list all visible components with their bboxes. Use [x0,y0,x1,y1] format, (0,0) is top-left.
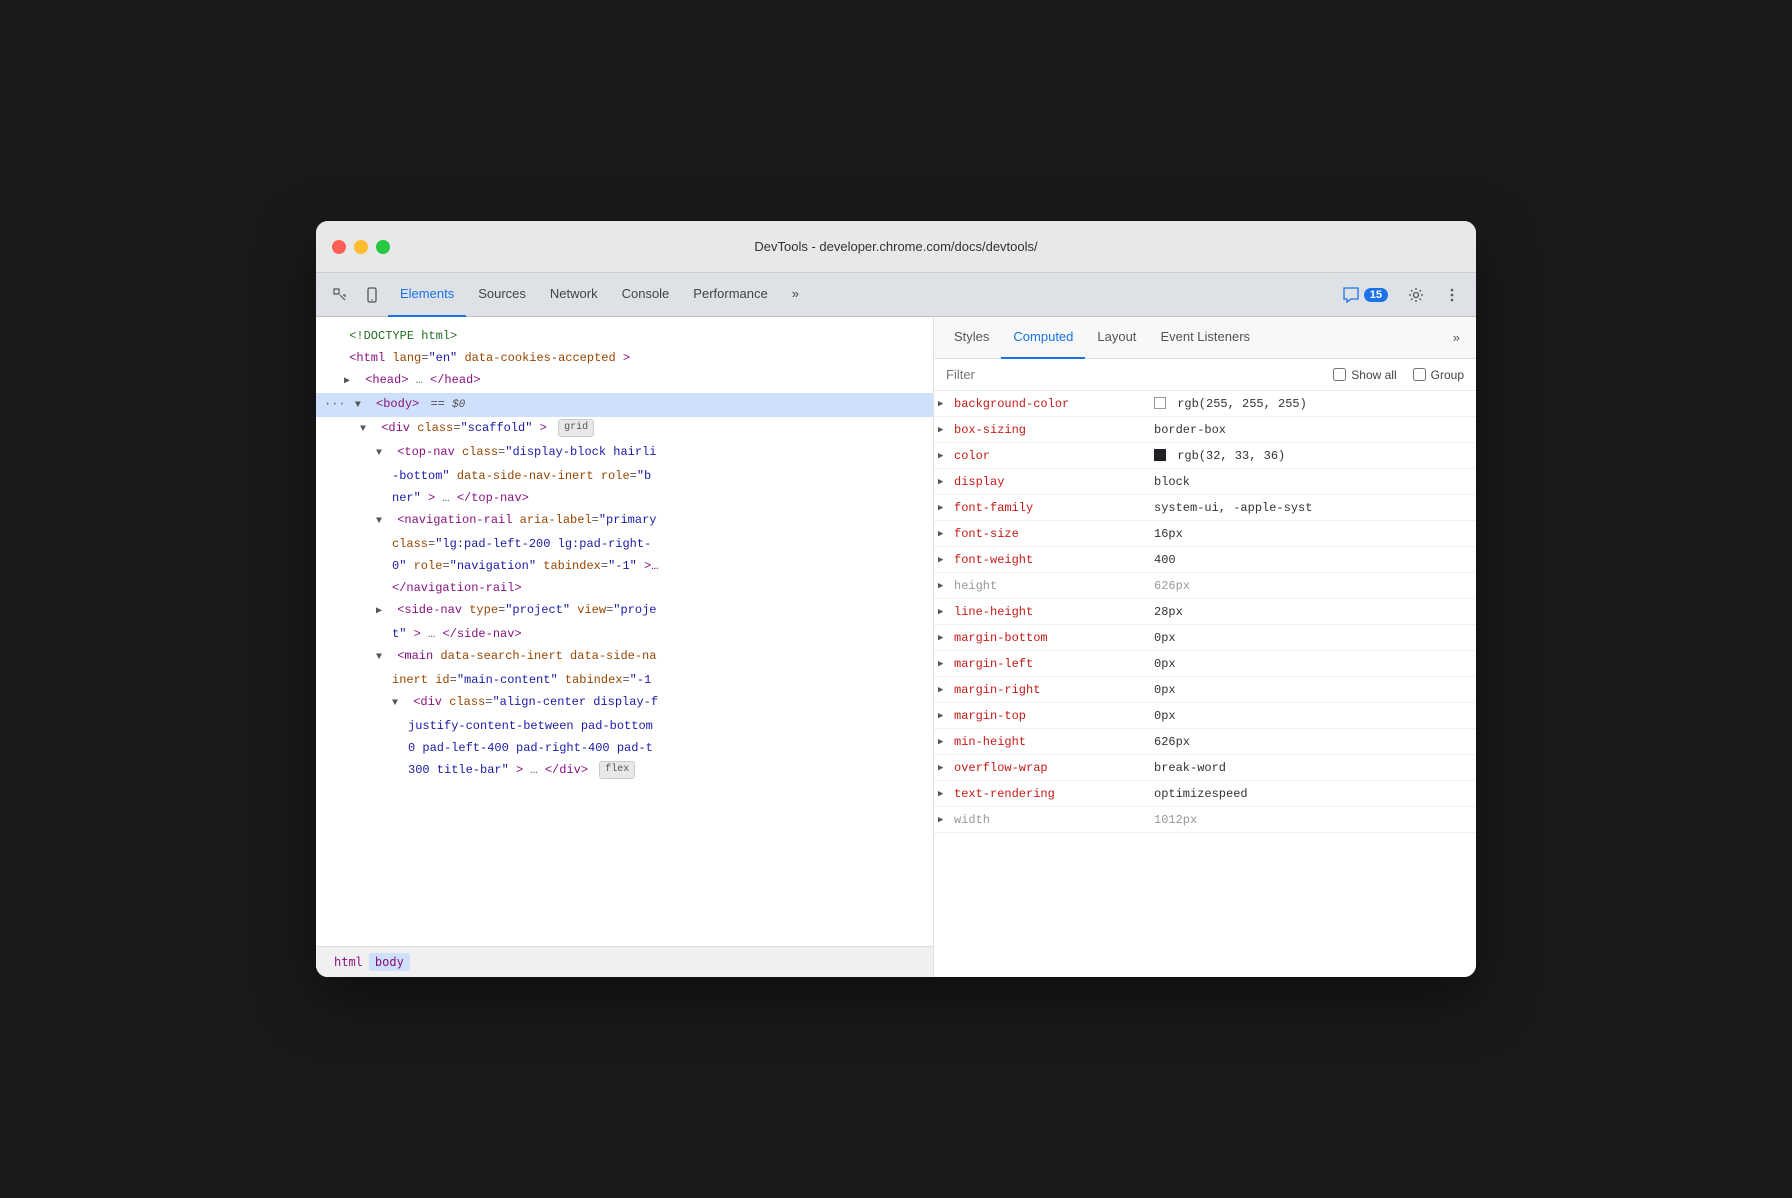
tab-performance[interactable]: Performance [681,273,779,317]
prop-color[interactable]: color rgb(32, 33, 36) [934,443,1476,469]
tree-main-2: inert id="main-content" tabindex="-1 [316,669,933,691]
prop-margin-bottom[interactable]: margin-bottom 0px [934,625,1476,651]
tab-layout[interactable]: Layout [1085,317,1148,359]
prop-margin-top[interactable]: margin-top 0px [934,703,1476,729]
elements-panel: <!DOCTYPE html> <html lang="en" data-coo… [316,317,934,977]
devtools-window: DevTools - developer.chrome.com/docs/dev… [316,221,1476,977]
prop-expand-arrow[interactable] [938,685,954,695]
show-all-label[interactable]: Show all [1333,368,1396,382]
breadcrumb-body[interactable]: body [369,953,410,971]
prop-expand-arrow[interactable] [938,581,954,591]
html-tree[interactable]: <!DOCTYPE html> <html lang="en" data-coo… [316,317,933,946]
prop-expand-arrow[interactable] [938,503,954,513]
prop-min-height[interactable]: min-height 626px [934,729,1476,755]
tab-elements[interactable]: Elements [388,273,466,317]
prop-expand-arrow[interactable] [938,425,954,435]
tree-body[interactable]: ··· <body> == $0 [316,393,933,417]
tree-sidenav-1[interactable]: <side-nav type="project" view="proje [316,599,933,623]
tab-computed[interactable]: Computed [1001,317,1085,359]
tree-div-inner-2: justify-content-between pad-bottom [316,715,933,737]
prop-expand-arrow[interactable] [938,477,954,487]
tree-main-1[interactable]: <main data-search-inert data-side-na [316,645,933,669]
prop-overflow-wrap[interactable]: overflow-wrap break-word [934,755,1476,781]
group-checkbox[interactable] [1413,368,1426,381]
panel-tab-bar: Styles Computed Layout Event Listeners » [934,317,1476,359]
tree-topnav-3: ner" > … </top-nav> [316,487,933,509]
prop-expand-arrow[interactable] [938,789,954,799]
more-options-button[interactable] [1436,279,1468,311]
prop-margin-left[interactable]: margin-left 0px [934,651,1476,677]
title-bar: DevTools - developer.chrome.com/docs/dev… [316,221,1476,273]
prop-height[interactable]: height 626px [934,573,1476,599]
group-label[interactable]: Group [1413,368,1464,382]
prop-width[interactable]: width 1012px [934,807,1476,833]
prop-line-height[interactable]: line-height 28px [934,599,1476,625]
color-swatch [1154,397,1166,409]
prop-font-size[interactable]: font-size 16px [934,521,1476,547]
mobile-icon[interactable] [356,279,388,311]
notification-badge: 15 [1364,288,1388,302]
tab-styles[interactable]: Styles [942,317,1001,359]
prop-expand-arrow[interactable] [938,815,954,825]
prop-background-color[interactable]: background-color rgb(255, 255, 255) [934,391,1476,417]
tab-network[interactable]: Network [538,273,610,317]
prop-box-sizing[interactable]: box-sizing border-box [934,417,1476,443]
tree-topnav-1[interactable]: <top-nav class="display-block hairli [316,441,933,465]
prop-expand-arrow[interactable] [938,737,954,747]
filter-row: Show all Group [934,359,1476,391]
maximize-button[interactable] [376,240,390,254]
prop-expand-arrow[interactable] [938,711,954,721]
prop-expand-arrow[interactable] [938,451,954,461]
devtools-body: <!DOCTYPE html> <html lang="en" data-coo… [316,317,1476,977]
traffic-lights [332,240,390,254]
tree-topnav-2: -bottom" data-side-nav-inert role="b [316,465,933,487]
computed-list: background-color rgb(255, 255, 255) box-… [934,391,1476,977]
color-swatch [1154,449,1166,461]
tree-navrail-close: </navigation-rail> [316,577,933,599]
breadcrumb: html body [316,946,933,977]
tree-doctype[interactable]: <!DOCTYPE html> [316,325,933,347]
filter-input[interactable] [946,367,1317,382]
tab-event-listeners[interactable]: Event Listeners [1148,317,1262,359]
tree-navrail-1[interactable]: <navigation-rail aria-label="primary [316,509,933,533]
prop-expand-arrow[interactable] [938,633,954,643]
prop-expand-arrow[interactable] [938,529,954,539]
tree-div-scaffold[interactable]: <div class="scaffold" > grid [316,417,933,441]
prop-expand-arrow[interactable] [938,555,954,565]
prop-display[interactable]: display block [934,469,1476,495]
prop-expand-arrow[interactable] [938,763,954,773]
tree-navrail-3: 0" role="navigation" tabindex="-1" >… [316,555,933,577]
breadcrumb-html[interactable]: html [328,953,369,971]
right-toolbar: 15 [1334,279,1468,311]
tab-more[interactable]: » [780,273,811,317]
tab-console[interactable]: Console [610,273,682,317]
tree-div-inner-3: 0 pad-left-400 pad-right-400 pad-t [316,737,933,759]
window-title: DevTools - developer.chrome.com/docs/dev… [754,239,1037,254]
tree-div-inner-1[interactable]: <div class="align-center display-f [316,691,933,715]
inspector-icon[interactable] [324,279,356,311]
notifications-button[interactable]: 15 [1334,282,1396,308]
devtools-tab-bar: Elements Sources Network Console Perform… [316,273,1476,317]
prop-expand-arrow[interactable] [938,399,954,409]
computed-panel: Styles Computed Layout Event Listeners » [934,317,1476,977]
prop-expand-arrow[interactable] [938,607,954,617]
settings-button[interactable] [1400,279,1432,311]
tab-sources[interactable]: Sources [466,273,538,317]
prop-font-weight[interactable]: font-weight 400 [934,547,1476,573]
tree-sidenav-2: t" > … </side-nav> [316,623,933,645]
panel-more-tabs[interactable]: » [1445,326,1468,349]
tree-div-inner-4: 300 title-bar" > … </div> flex [316,759,933,781]
prop-text-rendering[interactable]: text-rendering optimizespeed [934,781,1476,807]
close-button[interactable] [332,240,346,254]
prop-expand-arrow[interactable] [938,659,954,669]
prop-margin-right[interactable]: margin-right 0px [934,677,1476,703]
tree-navrail-2: class="lg:pad-left-200 lg:pad-right- [316,533,933,555]
tree-html[interactable]: <html lang="en" data-cookies-accepted > [316,347,933,369]
prop-font-family[interactable]: font-family system-ui, -apple-syst [934,495,1476,521]
show-all-checkbox[interactable] [1333,368,1346,381]
minimize-button[interactable] [354,240,368,254]
tree-head[interactable]: <head> … </head> [316,369,933,393]
